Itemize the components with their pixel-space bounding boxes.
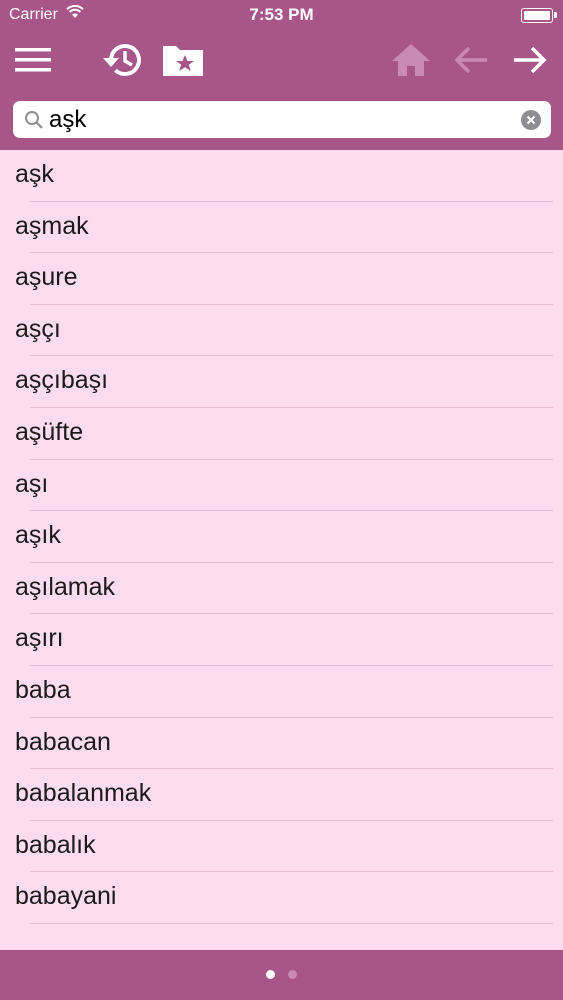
favorites-folder-icon[interactable] xyxy=(160,38,206,82)
list-item[interactable]: babalanmak xyxy=(0,769,563,821)
word-label: aşçı xyxy=(15,314,61,343)
list-item[interactable]: aşı xyxy=(0,460,563,512)
list-item[interactable]: aşık xyxy=(0,511,563,563)
list-item[interactable]: aşırı xyxy=(0,614,563,666)
status-time: 7:53 PM xyxy=(249,5,314,24)
word-label: aşık xyxy=(15,521,61,550)
search-icon xyxy=(24,110,44,135)
word-label: aşure xyxy=(15,263,78,292)
footer-bar xyxy=(0,950,563,1000)
list-item[interactable]: aşçı xyxy=(0,305,563,357)
home-icon xyxy=(388,38,434,82)
back-arrow-icon xyxy=(450,38,492,82)
list-item[interactable]: aşmak xyxy=(0,202,563,254)
list-item[interactable]: aşüfte xyxy=(0,408,563,460)
word-label: babalık xyxy=(15,830,96,859)
list-item[interactable]: babayani xyxy=(0,872,563,924)
history-icon[interactable] xyxy=(98,38,146,82)
word-label: babalanmak xyxy=(15,779,152,808)
row-divider xyxy=(30,922,553,924)
word-label: babayani xyxy=(15,882,117,911)
header-bar: Carrier 7:53 PM xyxy=(0,0,563,150)
word-label: aşk xyxy=(15,160,54,188)
list-item[interactable]: baba xyxy=(0,666,563,718)
list-item[interactable]: babacan xyxy=(0,718,563,770)
word-label: aşılamak xyxy=(15,572,116,601)
word-list: aşk aşmak aşure aşçı aşçıbaşı aşüfte aşı… xyxy=(0,150,563,950)
list-item[interactable]: aşılamak xyxy=(0,563,563,615)
forward-arrow-icon[interactable] xyxy=(508,38,552,82)
search-input[interactable] xyxy=(49,105,489,135)
word-label: aşüfte xyxy=(15,417,84,446)
list-item[interactable]: aşure xyxy=(0,253,563,305)
page-dot[interactable] xyxy=(288,970,297,979)
word-label: babacan xyxy=(15,727,111,756)
list-item[interactable]: aşk xyxy=(0,150,563,202)
word-label: baba xyxy=(15,675,71,704)
word-label: aşmak xyxy=(15,211,89,240)
menu-icon[interactable] xyxy=(10,38,56,82)
clear-search-icon[interactable] xyxy=(521,110,541,130)
list-item[interactable]: babalık xyxy=(0,821,563,873)
word-label: aşı xyxy=(15,469,49,498)
list-item[interactable]: aşçıbaşı xyxy=(0,356,563,408)
search-bar xyxy=(13,101,551,138)
page-dot-active[interactable] xyxy=(266,970,275,979)
word-label: aşçıbaşı xyxy=(15,366,109,395)
battery-icon xyxy=(521,8,557,23)
word-label: aşırı xyxy=(15,624,64,653)
status-bar: Carrier 7:53 PM xyxy=(0,0,563,30)
